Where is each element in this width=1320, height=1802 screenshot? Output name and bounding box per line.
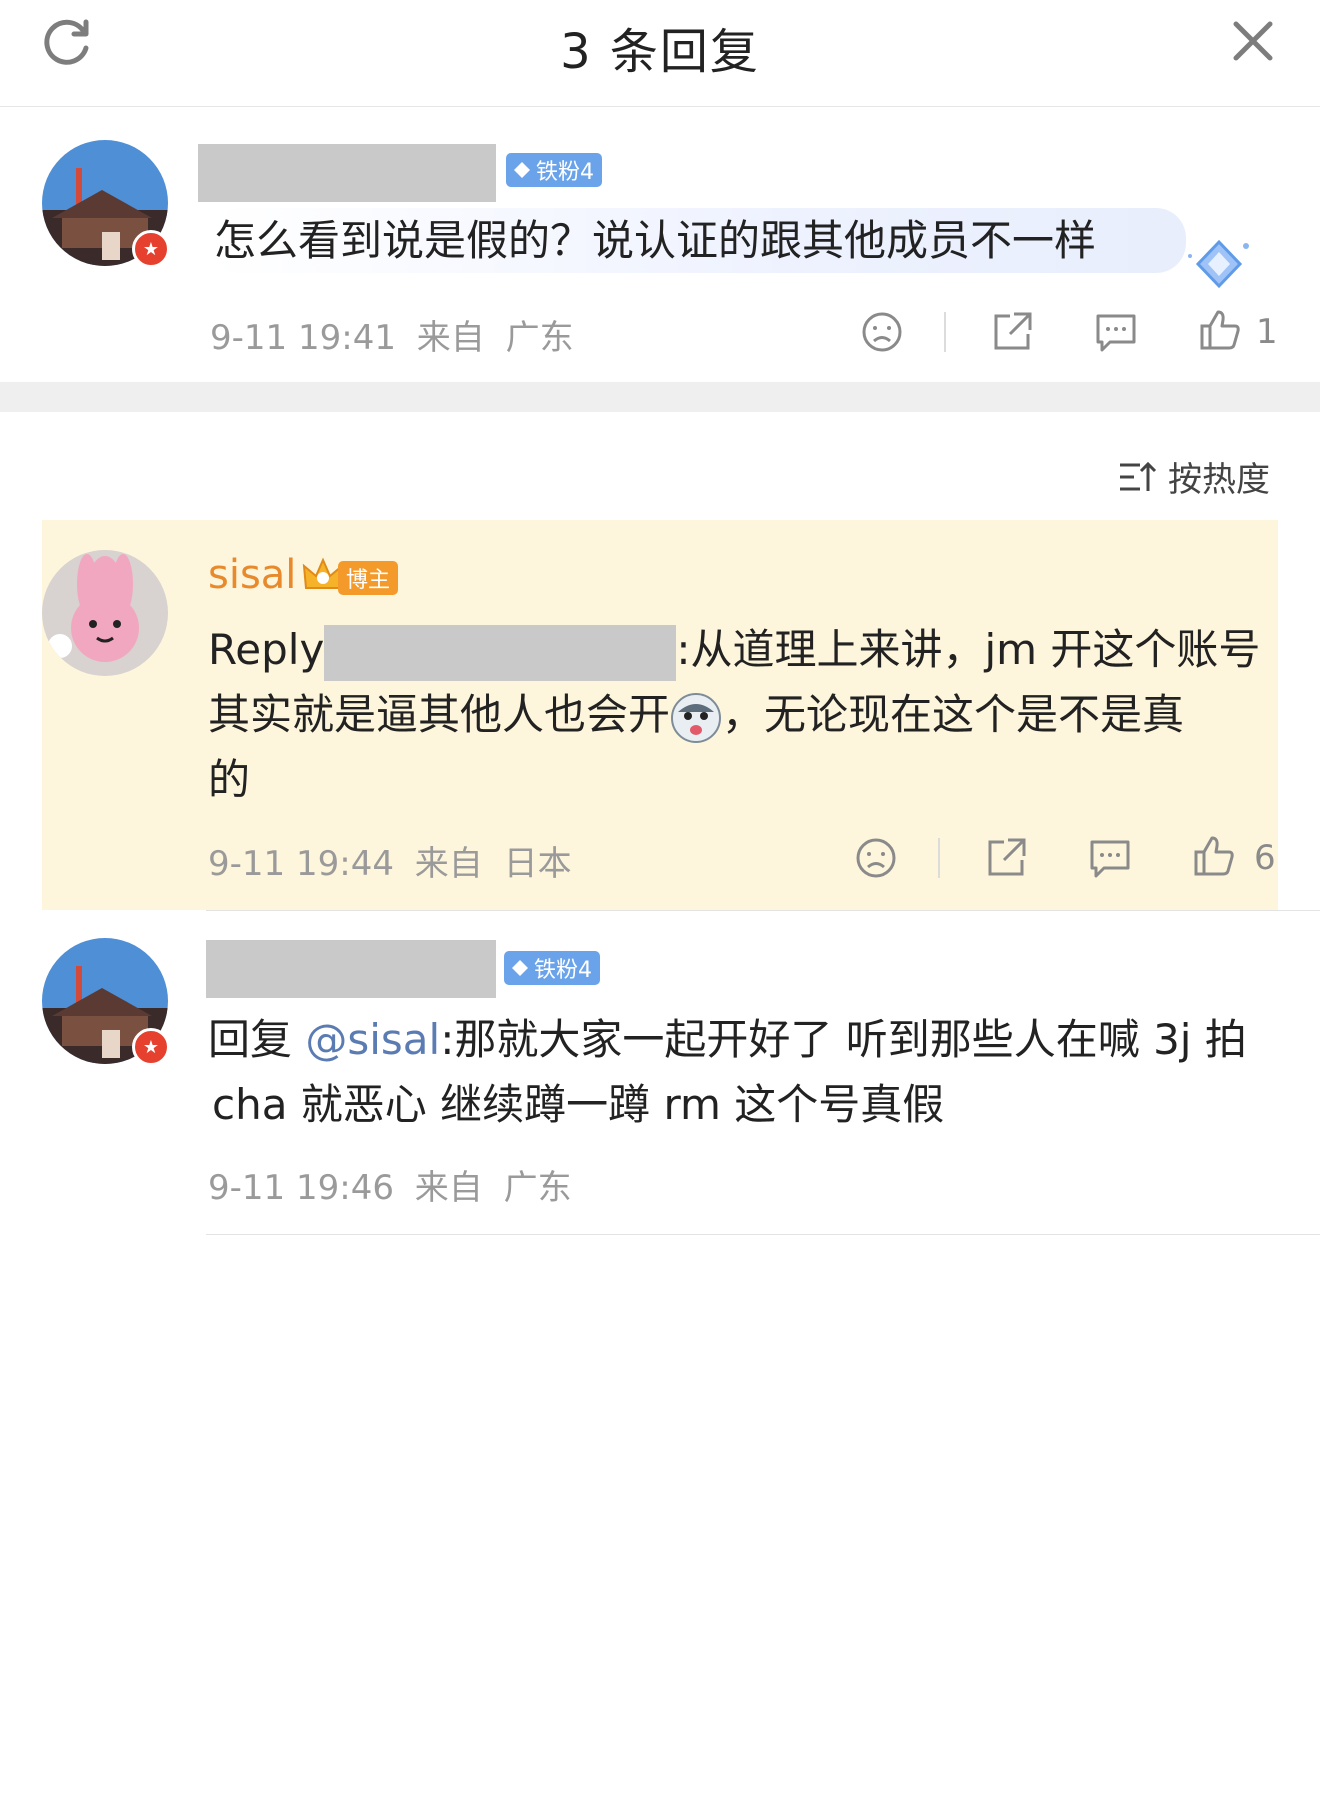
share-icon[interactable]	[990, 310, 1034, 354]
fan-level-badge: 铁粉4	[504, 951, 600, 985]
comment-meta: 9-11 19:46 来自 广东	[208, 1160, 572, 1209]
sort-label: 按热度	[1168, 460, 1270, 500]
comment-divider	[206, 910, 1320, 911]
comment-time: 9-11 19:46	[208, 1168, 394, 1208]
action-divider	[944, 312, 946, 352]
section-separator	[0, 382, 1320, 412]
comment-text-line1-rest: :从道理上来讲，jm 开这个账号	[676, 625, 1261, 674]
share-icon[interactable]	[984, 836, 1028, 880]
comment-text-line2: 其实就是逼其他人也会开 ，无论现在这个是不是真	[208, 682, 1184, 747]
action-divider	[938, 838, 940, 878]
sparkle-gem-icon	[1188, 239, 1249, 289]
comment-from: 来自	[414, 844, 483, 884]
comment-text-line2-b: ，无论现在这个是不是真	[722, 690, 1185, 739]
username[interactable]: sisal	[208, 552, 296, 598]
comment-text: 怎么看到说是假的？说认证的跟其他成员不一样	[208, 208, 1187, 273]
like-count: 6	[1254, 838, 1276, 878]
like-count: 1	[1256, 312, 1278, 352]
reply-word: 回复	[208, 1015, 293, 1064]
comment-text-line2-a: 其实就是逼其他人也会开	[208, 690, 671, 739]
comment-time: 9-11 19:41	[210, 318, 396, 358]
redacted-username	[198, 144, 496, 202]
comment-from: 来自	[414, 1168, 483, 1208]
like-icon[interactable]	[1192, 834, 1236, 878]
comment-time: 9-11 19:44	[208, 844, 394, 884]
husky-emoji-icon	[671, 692, 722, 743]
comment-location: 广东	[505, 318, 574, 358]
diamond-icon	[512, 960, 528, 976]
modal-header: 3 条回复	[0, 0, 1320, 107]
comment-meta: 9-11 19:44 来自 日本	[208, 836, 572, 885]
diamond-icon	[514, 162, 530, 178]
page-title: 3 条回复	[560, 24, 760, 80]
fan-badge-label: 铁粉4	[536, 160, 594, 185]
comment-icon[interactable]	[1088, 836, 1132, 880]
sort-icon	[1120, 461, 1157, 491]
avatar[interactable]	[42, 550, 168, 676]
mention-link[interactable]: @sisal	[305, 1015, 440, 1064]
comment-location: 广东	[503, 1168, 572, 1208]
comment-from: 来自	[416, 318, 485, 358]
redacted-username	[206, 940, 496, 998]
like-icon[interactable]	[1198, 308, 1242, 352]
comment-text-line1-rest: :那就大家一起开好了 听到那些人在喊 3j 拍	[440, 1015, 1247, 1064]
comment-text-line2: cha 就恶心 继续蹲一蹲 rm 这个号真假	[212, 1080, 945, 1129]
sort-toggle[interactable]: 按热度	[1118, 452, 1270, 501]
comment-icon[interactable]	[1094, 310, 1138, 354]
comment-text-line1: 回复 @sisal:那就大家一起开好了 听到那些人在喊 3j 拍	[208, 1007, 1247, 1072]
blogger-badge: 博主	[338, 561, 399, 595]
comment-divider	[206, 1234, 1320, 1235]
verified-badge-icon: ★	[132, 230, 170, 268]
close-icon[interactable]	[1228, 16, 1278, 66]
fan-badge-label: 铁粉4	[534, 958, 592, 983]
dislike-face-icon[interactable]	[854, 836, 898, 880]
comment-text-line1: Reply :从道理上来讲，jm 开这个账号	[208, 617, 1260, 682]
comment-meta: 9-11 19:41 来自 广东	[210, 310, 574, 359]
reply-prefix: Reply	[208, 625, 325, 674]
fan-level-badge: 铁粉4	[506, 153, 602, 187]
redacted-username	[324, 624, 677, 681]
dislike-face-icon[interactable]	[860, 310, 904, 354]
comment-text-line3: 的	[208, 755, 251, 804]
verified-badge-icon: ★	[132, 1028, 170, 1066]
comment-location: 日本	[503, 844, 572, 884]
